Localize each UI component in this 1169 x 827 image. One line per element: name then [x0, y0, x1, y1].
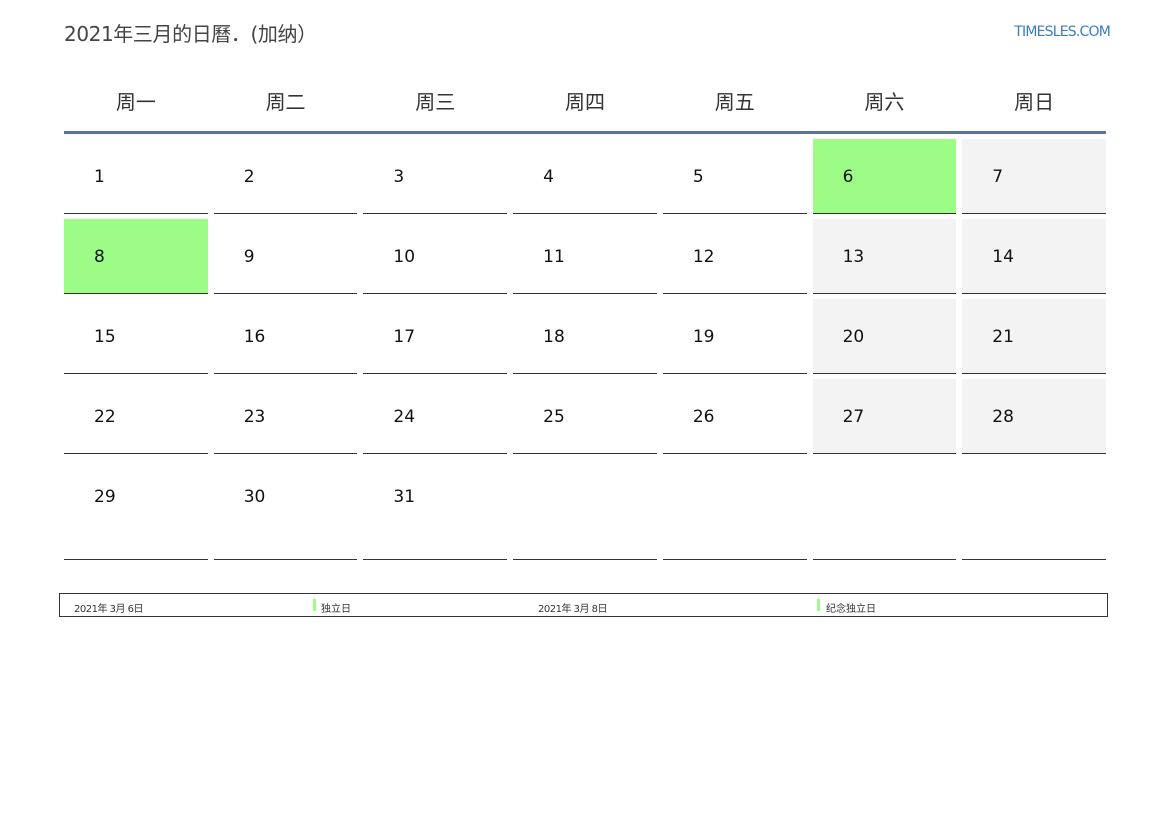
day-cell-empty: [812, 459, 957, 560]
day-number: 2: [243, 167, 255, 187]
page-title: 2021年三月的日曆．(加纳）: [64, 22, 317, 46]
day-number: 15: [94, 327, 116, 347]
day-number: 25: [543, 407, 565, 427]
day-number: 20: [842, 327, 865, 347]
weekday-sat: 周六: [864, 90, 905, 114]
day-number: 11: [543, 247, 565, 267]
day-number: 19: [692, 327, 715, 347]
weekday-thu: 周四: [564, 90, 605, 114]
day-number: 14: [992, 247, 1014, 267]
day-number: 17: [393, 327, 416, 347]
day-number: 9: [243, 247, 255, 267]
day-number: 27: [842, 407, 865, 427]
day-cell[interactable]: 18: [513, 299, 657, 374]
day-cell[interactable]: 30: [213, 459, 358, 560]
legend-label: 独立日: [321, 604, 351, 615]
weekday-fri: 周五: [714, 90, 755, 114]
day-number: 22: [94, 407, 116, 427]
day-cell[interactable]: 17: [363, 299, 508, 374]
day-number: 3: [393, 167, 405, 187]
day-cell[interactable]: 7: [962, 139, 1106, 214]
day-cell[interactable]: 5: [662, 139, 807, 214]
day-number: 13: [842, 247, 865, 267]
day-number: 16: [243, 327, 266, 347]
legend-label: 纪念独立日: [826, 604, 876, 615]
day-number: 8: [94, 247, 105, 267]
legend-swatch-holiday: [313, 599, 316, 611]
site-link[interactable]: TIMESLES.COM: [1014, 24, 1111, 40]
day-number: 1: [94, 167, 105, 187]
day-number: 30: [243, 487, 266, 507]
day-number: 26: [692, 407, 715, 427]
day-cell[interactable]: 20: [812, 299, 957, 374]
day-cell[interactable]: 27: [812, 379, 957, 454]
day-cell[interactable]: 4: [513, 139, 657, 214]
day-cell[interactable]: 11: [513, 219, 657, 294]
day-cell[interactable]: 2: [213, 139, 358, 214]
day-cell[interactable]: 23: [213, 379, 358, 454]
day-number: 31: [393, 487, 416, 507]
legend-date: 2021年 3月 6日: [74, 604, 144, 615]
legend-date: 2021年 3月 8日: [538, 604, 608, 615]
day-number: 5: [692, 167, 704, 187]
day-number: 21: [992, 327, 1014, 347]
day-number: 23: [243, 407, 266, 427]
day-cell[interactable]: 3: [363, 139, 508, 214]
weekday-sun: 周日: [1014, 90, 1055, 114]
day-cell[interactable]: 6: [812, 139, 957, 214]
day-cell[interactable]: 21: [962, 299, 1106, 374]
day-number: 24: [393, 407, 416, 427]
day-cell[interactable]: 26: [662, 379, 807, 454]
day-cell[interactable]: 24: [363, 379, 508, 454]
day-cell[interactable]: 29: [64, 459, 208, 560]
weekday-wed: 周三: [415, 90, 456, 114]
day-cell-empty: [662, 459, 807, 560]
day-cell-empty: [513, 459, 657, 560]
day-cell[interactable]: 13: [812, 219, 957, 294]
day-cell[interactable]: 8: [64, 219, 208, 294]
holiday-legend: 2021年 3月 6日 独立日 2021年 3月 8日 纪念独立日: [59, 593, 1108, 617]
day-cell[interactable]: 12: [662, 219, 807, 294]
day-cell[interactable]: 25: [513, 379, 657, 454]
day-number: 6: [842, 167, 854, 187]
legend-swatch-holiday: [817, 599, 820, 611]
day-cell[interactable]: 15: [64, 299, 208, 374]
day-cell[interactable]: 28: [962, 379, 1106, 454]
day-cell[interactable]: 19: [662, 299, 807, 374]
day-number: 4: [543, 167, 554, 187]
day-number: 12: [692, 247, 715, 267]
weekday-tue: 周二: [265, 90, 306, 114]
day-cell[interactable]: 16: [213, 299, 358, 374]
day-grid: 1 2 3 4 5 6 7 8 9 10 11 12 13 14 15 16 17 18 19 20 21 22 23 24 2…: [64, 139, 1106, 560]
day-number: 10: [393, 247, 416, 267]
calendar: 周一 周二 周三 周四 周五 周六 周日 1 2 3 4 5 6 7 8 9 10 11 12 13 14…: [64, 70, 1106, 560]
day-number: 7: [992, 167, 1004, 187]
day-cell[interactable]: 1: [64, 139, 208, 214]
day-cell[interactable]: 10: [363, 219, 508, 294]
day-cell[interactable]: 14: [962, 219, 1106, 294]
day-cell[interactable]: 31: [363, 459, 508, 560]
day-cell-empty: [962, 459, 1106, 560]
day-number: 18: [543, 327, 565, 347]
day-cell[interactable]: 22: [64, 379, 208, 454]
weekday-header-row: 周一 周二 周三 周四 周五 周六 周日: [64, 70, 1106, 134]
day-number: 28: [992, 407, 1014, 427]
day-number: 29: [94, 487, 116, 507]
day-cell[interactable]: 9: [213, 219, 358, 294]
weekday-mon: 周一: [115, 90, 156, 114]
